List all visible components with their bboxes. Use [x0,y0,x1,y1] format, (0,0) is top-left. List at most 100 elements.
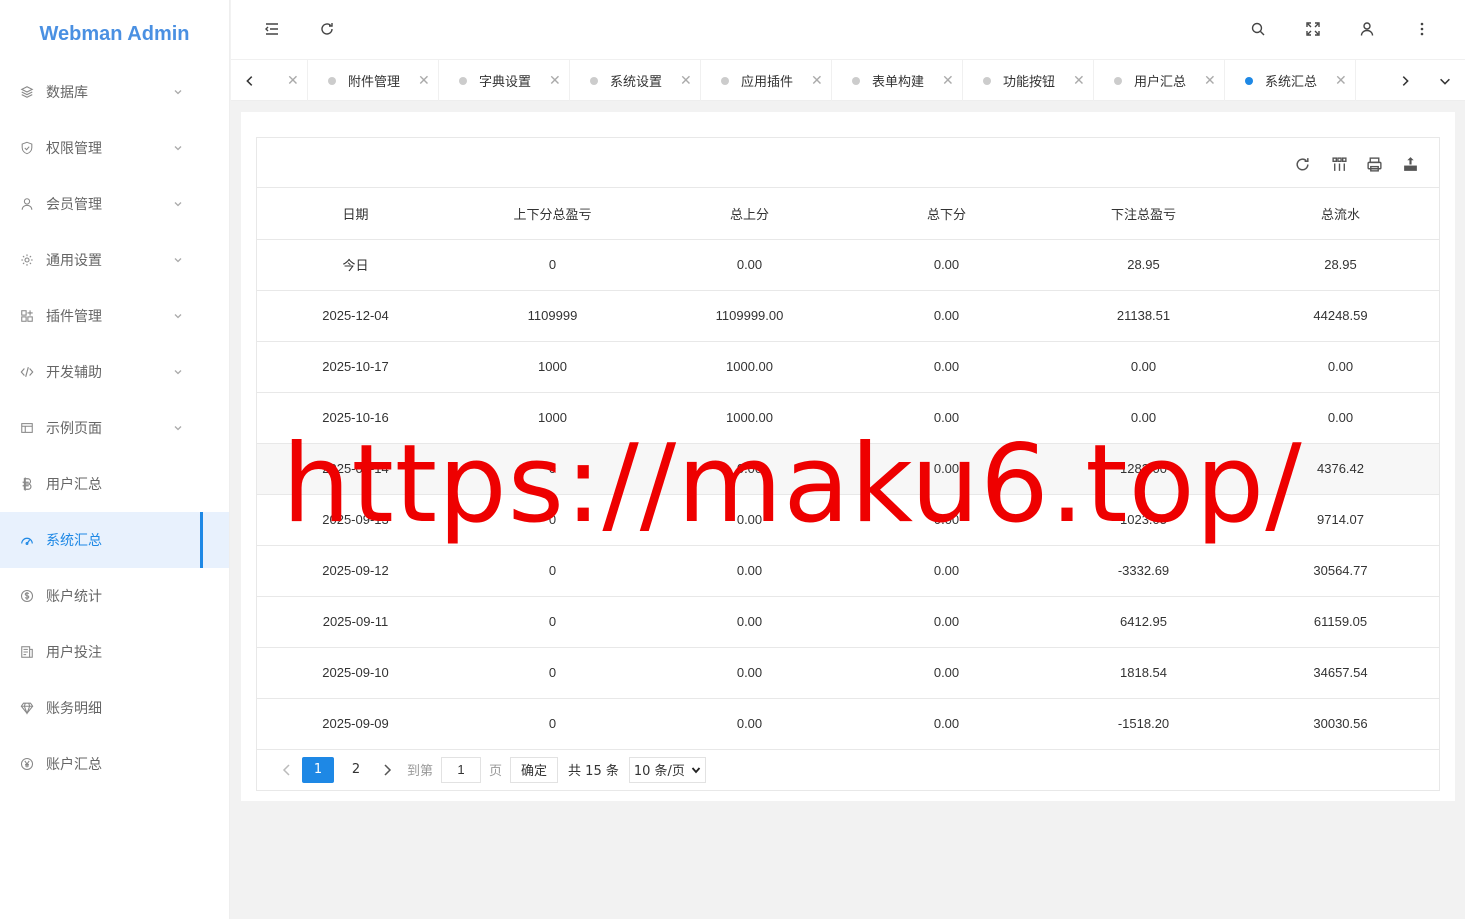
column-header[interactable]: 总下分 [848,188,1045,240]
close-icon[interactable]: ✕ [811,73,823,89]
pager-prev-icon[interactable] [275,758,299,782]
table-cell: 6412.95 [1045,596,1242,648]
table-cell: 0.00 [848,239,1045,291]
column-header[interactable]: 日期 [257,188,454,240]
table-row[interactable]: 2025-09-13 0 0.00 0.00 1023.05 9714.07 [257,494,1439,546]
table-cell: 1000.00 [651,341,848,393]
tabs-menu-chevron-down-icon[interactable] [1426,60,1464,101]
column-header[interactable]: 总流水 [1242,188,1439,240]
template-icon [20,421,34,435]
table-row[interactable]: 今日 0 0.00 0.00 28.95 28.95 [257,239,1439,291]
tab-status-dot [1114,76,1122,85]
column-header[interactable]: 下注总盈亏 [1045,188,1242,240]
close-icon[interactable]: ✕ [287,73,299,89]
table-row[interactable]: 2025-09-10 0 0.00 0.00 1818.54 34657.54 [257,647,1439,699]
table-body: 今日 0 0.00 0.00 28.95 28.95 2025-12-04 1109999 11… [257,239,1439,750]
page-size-select[interactable]: 10 条/页 [628,756,706,783]
sidebar-item-3[interactable]: 通用设置 [0,232,229,288]
sidebar-item-6[interactable]: 示例页面 [0,400,229,456]
close-icon[interactable]: ✕ [1073,73,1085,89]
more-vertical-icon[interactable] [1413,20,1431,38]
table-cell: 4376.42 [1242,443,1439,495]
table-cell: 0.00 [651,443,848,495]
table-cell: 9714.07 [1242,494,1439,546]
sidebar-item-1[interactable]: 权限管理 [0,120,229,176]
column-filter-icon[interactable] [1330,155,1348,173]
sidebar-item-0[interactable]: 数据库 [0,64,229,120]
table-cell: 0 [454,596,651,648]
tab-7[interactable]: 用户汇总 ✕ [1094,60,1225,101]
sidebar-item-4[interactable]: 插件管理 [0,288,229,344]
refresh-icon[interactable] [318,20,336,38]
table-row[interactable]: 2025-09-09 0 0.00 0.00 -1518.20 30030.56 [257,698,1439,750]
table-row[interactable]: 2025-10-17 1000 1000.00 0.00 0.00 0.00 [257,341,1439,393]
tab-0[interactable]: 系统设置 ✕ [269,60,308,101]
chevron-down-icon [172,366,184,378]
table-cell: 0.00 [848,698,1045,750]
table-row[interactable]: 2025-09-14 0 0.00 0.00 1282.00 4376.42 [257,443,1439,495]
table-refresh-icon[interactable] [1293,155,1311,173]
tab-8[interactable]: 系统汇总 ✕ [1225,60,1356,101]
close-icon[interactable]: ✕ [942,73,954,89]
menu-collapse-icon[interactable] [263,20,281,38]
pager-confirm-button[interactable]: 确定 [510,756,559,783]
column-header[interactable]: 上下分总盈亏 [454,188,651,240]
table-row[interactable]: 2025-09-11 0 0.00 0.00 6412.95 61159.05 [257,596,1439,648]
column-header[interactable]: 总上分 [651,188,848,240]
tab-4[interactable]: 应用插件 ✕ [701,60,832,101]
sidebar-item-8[interactable]: 系统汇总 [0,512,229,568]
table-cell: 34657.54 [1242,647,1439,699]
tab-label: 字典设置 [479,75,532,90]
close-icon[interactable]: ✕ [680,73,692,89]
sidebar-item-label: 账务明细 [46,701,102,717]
close-icon[interactable]: ✕ [418,73,430,89]
close-icon[interactable]: ✕ [1335,73,1347,89]
print-icon[interactable] [1365,155,1383,173]
sidebar-item-11[interactable]: 账务明细 [0,680,229,736]
sidebar-item-10[interactable]: 用户投注 [0,624,229,680]
table-cell: 0.00 [848,596,1045,648]
close-icon[interactable]: ✕ [1204,73,1216,89]
sidebar-item-5[interactable]: 开发辅助 [0,344,229,400]
pager-next-icon[interactable] [375,758,399,782]
sidebar-item-9[interactable]: 账户统计 [0,568,229,624]
sidebar-item-12[interactable]: 账户汇总 [0,736,229,792]
tab-2[interactable]: 字典设置 ✕ [439,60,570,101]
search-icon[interactable] [1249,20,1267,38]
content-card: 日期 上下分总盈亏 总上分 总下分 下注总盈亏 总流水 今日 0 0.00 0.00 28.95 2… [241,112,1455,801]
fullscreen-icon[interactable] [1304,20,1322,38]
table-cell: 2025-10-17 [257,341,454,393]
pager-page-2[interactable]: 2 [340,757,372,783]
table-cell: 21138.51 [1045,290,1242,342]
table-cell: 0.00 [848,494,1045,546]
table-row[interactable]: 2025-12-04 1109999 1109999.00 0.00 21138.51 4… [257,290,1439,342]
sidebar-item-7[interactable]: 用户汇总 [0,456,229,512]
chevron-down-icon [172,198,184,210]
table-cell: 0.00 [651,596,848,648]
table-cell: 44248.59 [1242,290,1439,342]
table-cell: 0.00 [848,392,1045,444]
tabs-track: 系统设置 ✕ 附件管理 ✕ 字典设置 ✕ 系统设置 ✕ 应用插件 ✕ 表单构建 ✕ 功能按钮 ✕ 用户汇总 ✕… [269,60,1356,101]
table-row[interactable]: 2025-09-12 0 0.00 0.00 -3332.69 30564.77 [257,545,1439,597]
export-icon[interactable] [1401,155,1419,173]
tab-6[interactable]: 功能按钮 ✕ [963,60,1094,101]
tabs-prev-icon[interactable] [231,60,269,101]
user-profile-icon[interactable] [1358,20,1376,38]
sidebar-item-label: 账户统计 [46,589,102,605]
app-logo[interactable]: Webman Admin [0,0,229,60]
user-icon [20,197,34,211]
sidebar-item-label: 会员管理 [46,197,102,213]
sidebar: Webman Admin 数据库 权限管理会员管理通用设置 插件管理 开发辅助 示例页面… [0,0,230,919]
pager-goto-input[interactable] [441,756,482,783]
tabs-next-icon[interactable] [1386,60,1424,101]
sidebar-item-2[interactable]: 会员管理 [0,176,229,232]
currency-icon [20,477,34,491]
pager-page-1[interactable]: 1 [302,756,334,783]
close-icon[interactable]: ✕ [549,73,561,89]
table-row[interactable]: 2025-10-16 1000 1000.00 0.00 0.00 0.00 [257,392,1439,444]
table-cell: 1000.00 [651,392,848,444]
tab-5[interactable]: 表单构建 ✕ [832,60,963,101]
tab-1[interactable]: 附件管理 ✕ [308,60,439,101]
tab-3[interactable]: 系统设置 ✕ [570,60,701,101]
yen-icon [20,757,34,771]
